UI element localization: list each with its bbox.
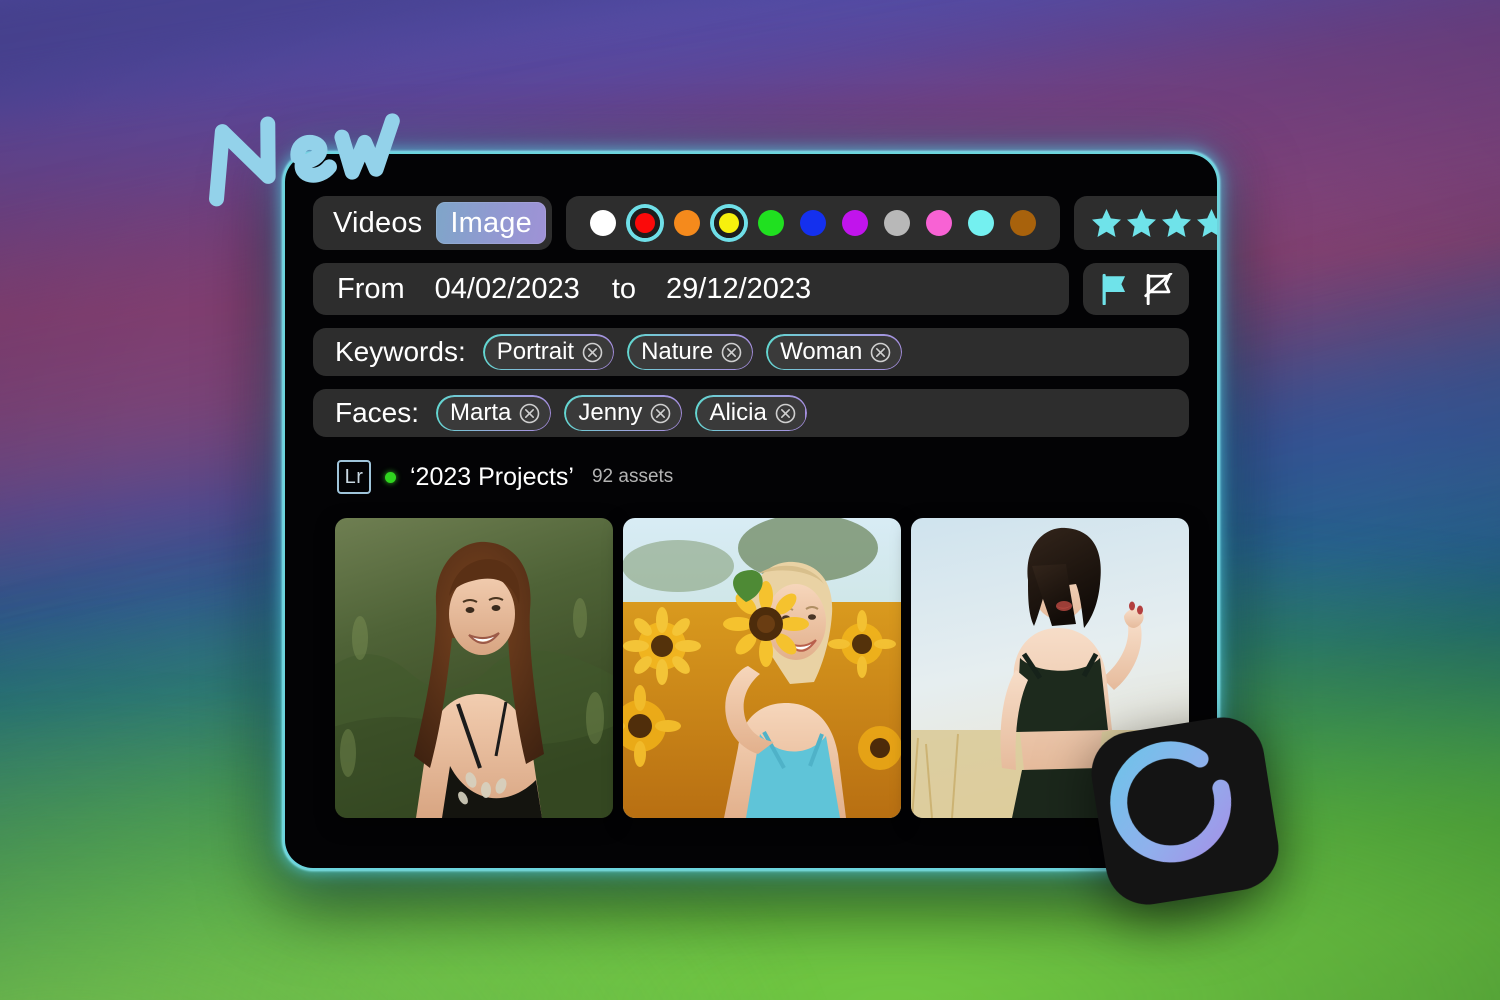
date-from-label: From (337, 272, 405, 305)
keyword-chip-label: Portrait (496, 338, 575, 365)
color-swatch-green[interactable] (756, 208, 786, 238)
color-swatch-dot (883, 210, 910, 236)
project-result-header: Lr ‘2023 Projects’ 92 assets (313, 452, 1189, 496)
color-swatch-dot (718, 213, 739, 233)
keyword-chip[interactable]: Woman (766, 334, 903, 370)
media-type-toggle[interactable]: Videos Image (313, 196, 552, 250)
toggle-option-image[interactable]: Image (436, 202, 546, 244)
keyword-chip[interactable]: Nature (627, 334, 754, 370)
photo-woman-sunflowers (623, 518, 901, 818)
face-chip[interactable]: Jenny (564, 395, 683, 431)
filter-row-primary: Videos Image (313, 196, 1217, 250)
asset-count: 92 assets (591, 466, 674, 487)
status-dot-icon (385, 471, 396, 483)
remove-circle-icon[interactable] (775, 403, 796, 424)
color-swatch-red[interactable] (629, 208, 660, 238)
color-swatch-gray[interactable] (882, 208, 912, 238)
lightroom-badge-icon: Lr (337, 460, 371, 494)
color-swatch-cyan[interactable] (966, 208, 996, 238)
keyword-chip[interactable]: Portrait (482, 334, 615, 370)
color-swatch-dot (757, 210, 784, 236)
date-to-input[interactable]: 29/12/2023 (666, 273, 811, 306)
star-filled-icon[interactable] (1195, 207, 1219, 240)
color-swatch-dot (634, 213, 655, 233)
keywords-filter: Keywords: Portrait Nature Woman (313, 328, 1189, 376)
date-from-input[interactable]: 04/02/2023 (435, 273, 580, 306)
flag-icon[interactable] (1099, 273, 1129, 305)
keyword-chip-label: Nature (641, 338, 714, 365)
color-swatch-dot (925, 210, 952, 236)
remove-circle-icon[interactable] (582, 342, 603, 363)
remove-circle-icon[interactable] (721, 342, 742, 363)
remove-circle-icon[interactable] (870, 342, 891, 363)
color-swatch-dot (967, 210, 994, 236)
color-swatch-dot (799, 210, 826, 236)
face-chip[interactable]: Marta (436, 395, 552, 431)
color-swatch-magenta[interactable] (840, 208, 870, 238)
star-rating-filter[interactable] (1073, 196, 1219, 250)
color-swatch-white[interactable] (588, 208, 618, 238)
faces-label: Faces: (335, 397, 420, 428)
flag-filter-group (1083, 263, 1189, 315)
date-to-label: to (611, 272, 637, 305)
color-swatch-dot (589, 210, 616, 236)
remove-circle-icon[interactable] (650, 403, 671, 424)
color-swatch-dot (673, 210, 700, 236)
keywords-label: Keywords: (335, 336, 466, 367)
thumbnail-item[interactable] (335, 518, 613, 818)
filter-row-dates: From 04/02/2023 to 29/12/2023 (313, 263, 1189, 315)
color-swatch-blue[interactable] (798, 208, 828, 238)
color-swatch-orange[interactable] (672, 208, 702, 238)
search-filter-panel: Videos Image From 04/02/2023 to 29/12/20… (283, 152, 1219, 870)
keyword-chip-label: Woman (780, 338, 863, 365)
face-chip-label: Marta (450, 399, 512, 426)
color-swatch-pink[interactable] (924, 208, 954, 238)
date-range-filter[interactable]: From 04/02/2023 to 29/12/2023 (313, 263, 1069, 315)
color-swatch-brown[interactable] (1008, 208, 1038, 238)
app-logo-icon (1083, 709, 1287, 913)
faces-filter: Faces: Marta Jenny Alicia (313, 389, 1189, 437)
color-swatch-dot (1009, 210, 1036, 236)
star-filled-icon[interactable] (1125, 207, 1158, 240)
star-filled-icon[interactable] (1090, 207, 1123, 240)
face-chip-label: Jenny (578, 399, 643, 426)
flag-rejected-icon[interactable] (1143, 273, 1173, 305)
color-swatch-yellow[interactable] (713, 208, 744, 238)
face-chip[interactable]: Alicia (695, 395, 807, 431)
app-logo-ring-icon (1091, 717, 1279, 905)
project-name: ‘2023 Projects’ (410, 462, 574, 491)
color-label-filter[interactable] (565, 196, 1060, 250)
thumbnail-item[interactable] (623, 518, 901, 818)
remove-circle-icon[interactable] (519, 403, 540, 424)
screenshot-stage: Videos Image From 04/02/2023 to 29/12/20… (0, 0, 1500, 1000)
photo-woman-meadow (335, 518, 613, 818)
face-chip-label: Alicia (709, 399, 767, 426)
star-filled-icon[interactable] (1160, 207, 1193, 240)
color-swatch-dot (841, 210, 868, 236)
thumbnail-grid (313, 509, 1189, 868)
toggle-option-videos[interactable]: Videos (319, 202, 436, 244)
